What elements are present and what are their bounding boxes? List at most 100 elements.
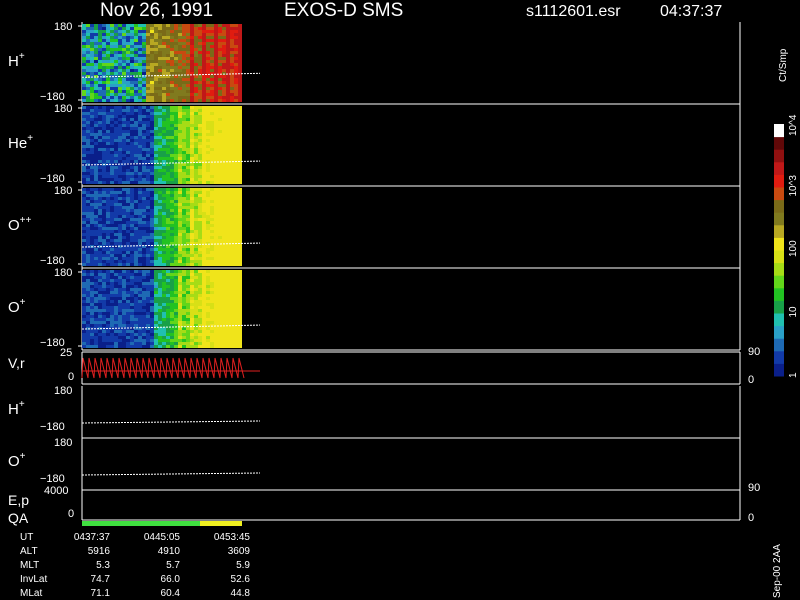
spectrogram-cell: [122, 251, 126, 254]
spectrogram-cell: [214, 157, 218, 160]
spectrogram-cell: [114, 175, 118, 178]
spectrogram-cell: [178, 288, 182, 291]
spectrogram-cell: [154, 127, 158, 130]
spectrogram-cell: [106, 339, 110, 342]
spectrogram-cell: [198, 63, 202, 66]
spectrogram-cell: [106, 297, 110, 300]
spectrogram-cell: [170, 45, 174, 48]
spectrogram-cell: [178, 136, 182, 139]
spectrogram-cell: [202, 276, 206, 279]
spectrogram-cell: [230, 245, 234, 248]
spectrogram-cell: [102, 51, 106, 54]
spectrogram-cell: [98, 224, 102, 227]
spectrogram-cell: [142, 209, 146, 212]
spectrogram-cell: [166, 318, 170, 321]
spectrogram-cell: [150, 121, 154, 124]
spectrogram-cell: [138, 127, 142, 130]
spectrogram-panel: H+180−180: [8, 21, 741, 105]
spectrogram-cell: [102, 142, 106, 145]
spectrogram-cell: [174, 248, 178, 251]
spectrogram-cell: [218, 191, 222, 194]
spectrogram-cell: [134, 166, 138, 169]
spectrogram-cell: [182, 106, 186, 109]
spectrogram-cell: [238, 157, 242, 160]
spectrogram-cell: [82, 254, 86, 257]
spectrogram-cell: [126, 178, 130, 181]
spectrogram-cell: [154, 181, 158, 184]
spectrogram-cell: [194, 93, 198, 96]
spectrogram-cell: [190, 145, 194, 148]
spectrogram-cell: [126, 263, 130, 266]
spectrogram-cell: [210, 345, 214, 348]
spectrogram-cell: [214, 345, 218, 348]
spectrogram-cell: [178, 306, 182, 309]
spectrogram-cell: [174, 154, 178, 157]
spectrogram-cell: [210, 157, 214, 160]
vr-label: V,r: [8, 355, 25, 371]
spectrogram-cell: [202, 90, 206, 93]
spectrogram-cell: [118, 218, 122, 221]
spectrogram-cell: [130, 63, 134, 66]
spectrogram-cell: [202, 345, 206, 348]
spectrogram-cell: [218, 285, 222, 288]
spectrogram-cell: [90, 84, 94, 87]
spectrogram-cell: [86, 142, 90, 145]
spectrogram-cell: [186, 78, 190, 81]
spectrogram-cell: [90, 242, 94, 245]
spectrogram-cell: [170, 166, 174, 169]
spectrogram-cell: [194, 297, 198, 300]
spectrogram-cell: [106, 260, 110, 263]
spectrogram-cell: [134, 303, 138, 306]
spectrogram-cell: [106, 321, 110, 324]
spectrogram-cell: [134, 48, 138, 51]
spectrogram-cell: [110, 236, 114, 239]
spectrogram-cell: [146, 194, 150, 197]
spectrogram-cell: [234, 288, 238, 291]
spectrogram-cell: [126, 339, 130, 342]
spectrogram-cell: [198, 81, 202, 84]
spectrogram-cell: [150, 136, 154, 139]
spectrogram-cell: [198, 121, 202, 124]
spectrogram-cell: [234, 118, 238, 121]
spectrogram-cell: [158, 124, 162, 127]
spectrogram-cell: [130, 175, 134, 178]
spectrogram-cell: [234, 145, 238, 148]
spectrogram-cell: [114, 48, 118, 51]
spectrogram-cell: [154, 72, 158, 75]
spectrogram-cell: [202, 273, 206, 276]
spectrogram-cell: [90, 63, 94, 66]
spectrogram-cell: [210, 251, 214, 254]
spectrogram-cell: [234, 60, 238, 63]
spectrogram-cell: [218, 87, 222, 90]
spectrogram-cell: [102, 133, 106, 136]
spectrogram-cell: [230, 209, 234, 212]
spectrogram-cell: [130, 154, 134, 157]
spectrogram-cell: [178, 181, 182, 184]
spectrogram-cell: [106, 218, 110, 221]
spectrogram-cell: [178, 48, 182, 51]
spectrogram-cell: [146, 81, 150, 84]
spectrogram-cell: [94, 221, 98, 224]
spectrogram-cell: [150, 151, 154, 154]
spectrogram-cell: [134, 118, 138, 121]
spectrogram-cell: [178, 42, 182, 45]
spectrogram-cell: [114, 312, 118, 315]
spectrogram-cell: [110, 324, 114, 327]
spectrogram-cell: [166, 121, 170, 124]
spectrogram-cell: [174, 30, 178, 33]
spectrogram-cell: [202, 239, 206, 242]
spectrogram-cell: [194, 251, 198, 254]
spectrogram-cell: [106, 136, 110, 139]
colorbar-units: Ct/Smp: [778, 48, 789, 82]
spectrogram-cell: [178, 215, 182, 218]
spectrogram-cell: [174, 72, 178, 75]
spectrogram-cell: [206, 112, 210, 115]
spectrogram-cell: [98, 248, 102, 251]
spectrogram-cell: [190, 257, 194, 260]
spectrogram-cell: [94, 312, 98, 315]
spectrogram-cell: [142, 151, 146, 154]
spectrogram-cell: [238, 239, 242, 242]
spectrogram-cell: [166, 273, 170, 276]
spectrogram-cell: [174, 151, 178, 154]
spectrogram-cell: [222, 312, 226, 315]
